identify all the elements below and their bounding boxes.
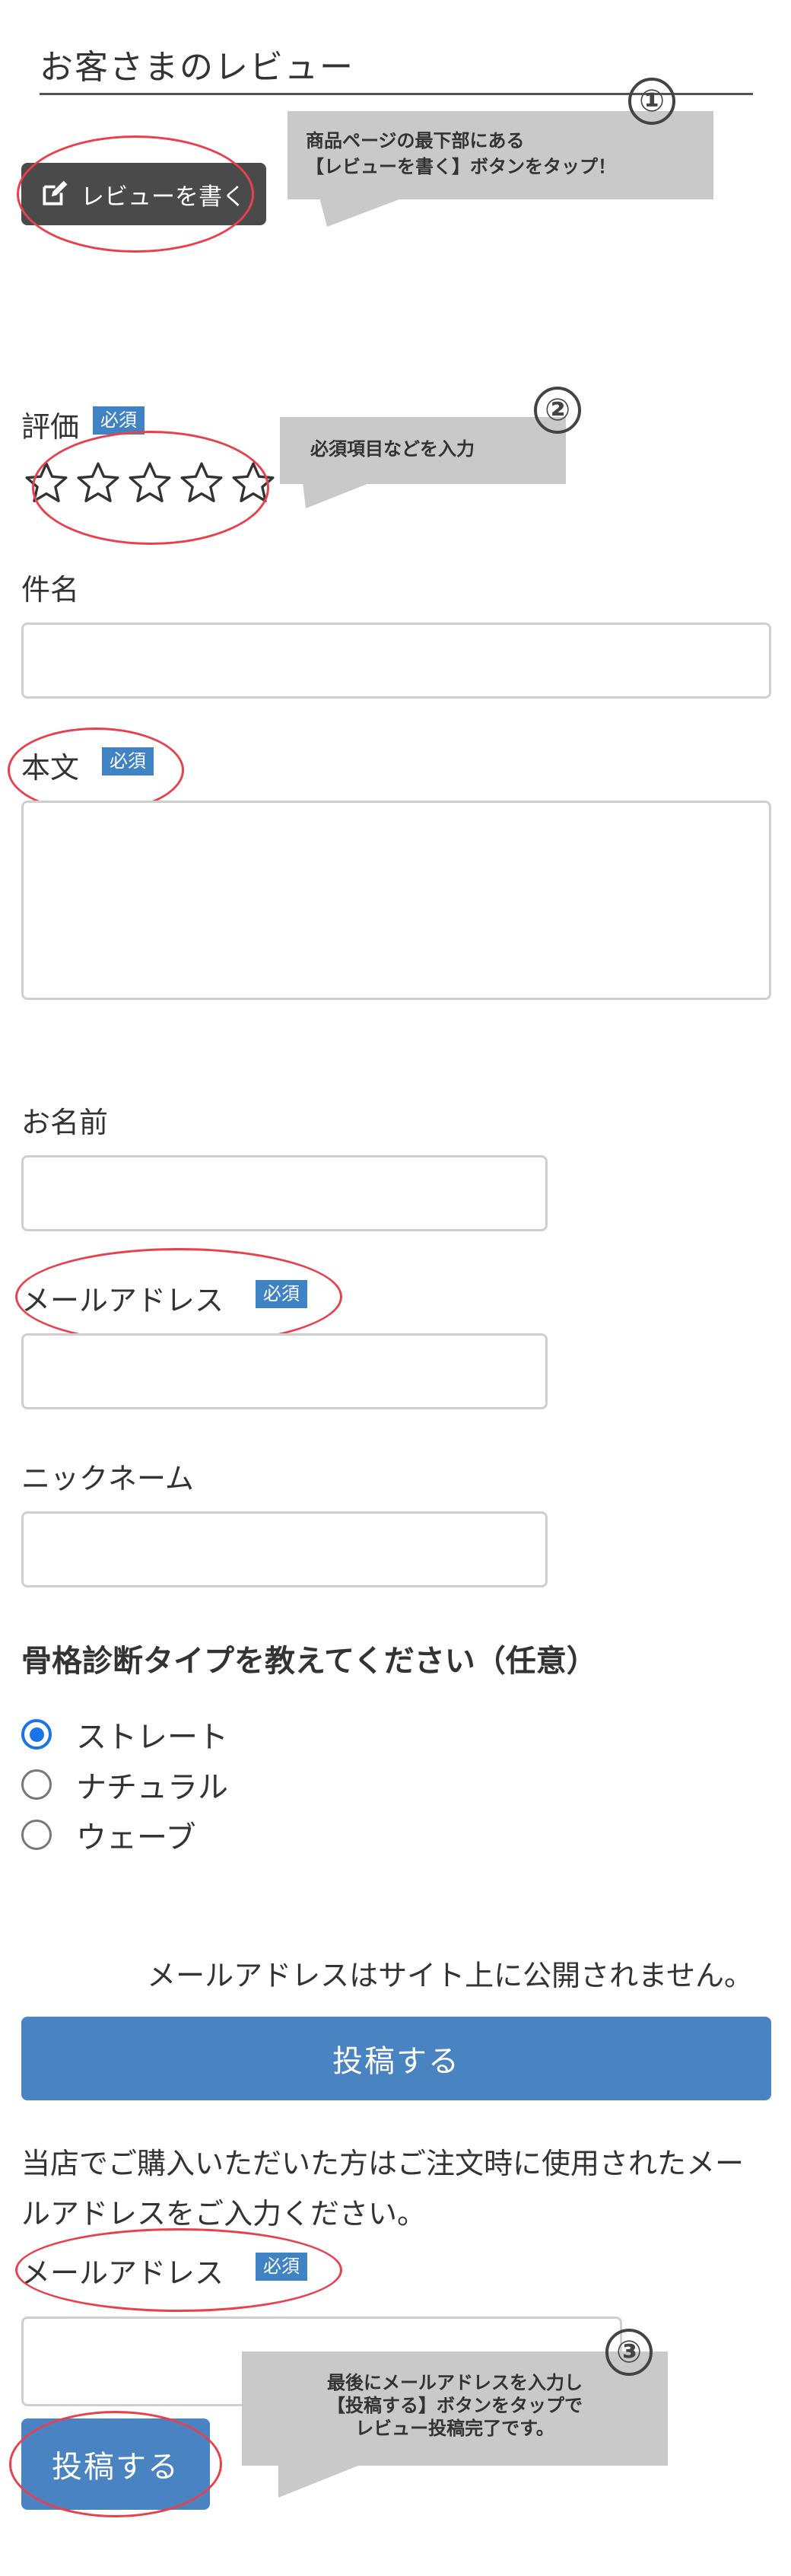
star-icon[interactable] xyxy=(75,460,122,507)
email-label: メールアドレス xyxy=(21,1284,224,1317)
radio-option-label: ストレート xyxy=(76,1720,228,1755)
callout-1-tail xyxy=(319,198,403,227)
subject-input[interactable] xyxy=(21,623,771,699)
confirm-email-label: メールアドレス xyxy=(21,2256,224,2290)
email-input[interactable] xyxy=(21,1333,548,1409)
radio-button[interactable] xyxy=(21,1820,52,1850)
star-icon[interactable] xyxy=(178,460,225,507)
question-text: 骨格診断タイプを教えてください（任意） xyxy=(21,1644,597,1679)
step-3-badge: ③ xyxy=(605,2329,653,2376)
callout-2-tail xyxy=(303,482,371,508)
radio-option-wave[interactable]: ウェーブ xyxy=(21,1813,196,1857)
callout-3-line1: 最後にメールアドレスを入力し xyxy=(327,2372,583,2393)
name-label: お名前 xyxy=(21,1106,109,1139)
star-icon[interactable] xyxy=(126,460,173,507)
star-icon[interactable] xyxy=(23,460,70,507)
required-badge: 必須 xyxy=(102,747,154,775)
callout-2-line1: 必須項目などを入力 xyxy=(310,438,475,460)
callout-1-line2: 【レビューを書く】ボタンをタップ！ xyxy=(306,156,616,177)
radio-option-straight[interactable]: ストレート xyxy=(21,1712,228,1756)
write-review-button[interactable]: レビューを書く xyxy=(21,163,266,225)
section-title: お客さまのレビュー xyxy=(40,48,354,87)
help-text: 当店でご購入いただいた方はご注文時に使用されたメールアドレスをご入力ください。 xyxy=(21,2147,745,2231)
radio-option-natural[interactable]: ナチュラル xyxy=(21,1762,228,1807)
name-input[interactable] xyxy=(21,1155,548,1231)
step-1-badge: ① xyxy=(628,78,675,125)
body-textarea[interactable] xyxy=(21,801,771,1000)
required-badge: 必須 xyxy=(256,1280,307,1308)
star-rating[interactable] xyxy=(23,460,277,507)
rating-label: 評価 xyxy=(21,410,80,444)
required-badge: 必須 xyxy=(256,2253,307,2281)
submit-button[interactable]: 投稿する xyxy=(21,2017,771,2100)
callout-2: 必須項目などを入力 xyxy=(280,417,566,484)
callout-3-line3: レビュー投稿完了です。 xyxy=(355,2418,554,2439)
required-badge: 必須 xyxy=(93,406,145,435)
callout-3-line2: 【投稿する】ボタンをタップで xyxy=(327,2395,583,2416)
subject-label: 件名 xyxy=(21,573,80,607)
write-review-label: レビューを書く xyxy=(81,183,246,211)
edit-icon xyxy=(43,180,68,205)
nickname-input[interactable] xyxy=(21,1511,548,1587)
radio-option-label: ナチュラル xyxy=(76,1770,228,1805)
radio-option-label: ウェーブ xyxy=(76,1820,196,1855)
callout-1-line1: 商品ページの最下部にある xyxy=(306,130,525,151)
radio-button-checked[interactable] xyxy=(21,1719,52,1750)
step-2-badge: ② xyxy=(534,387,581,434)
radio-button[interactable] xyxy=(21,1769,52,1800)
star-icon[interactable] xyxy=(230,460,277,507)
callout-3: 最後にメールアドレスを入力し 【投稿する】ボタンをタップで レビュー投稿完了です… xyxy=(242,2352,668,2466)
email-privacy-notice: メールアドレスはサイト上に公開されません。 xyxy=(147,1959,753,1992)
callout-3-tail xyxy=(278,2464,362,2498)
body-label: 本文 xyxy=(21,751,80,785)
nickname-label: ニックネーム xyxy=(21,1462,194,1495)
confirm-submit-button[interactable]: 投稿する xyxy=(21,2418,210,2510)
